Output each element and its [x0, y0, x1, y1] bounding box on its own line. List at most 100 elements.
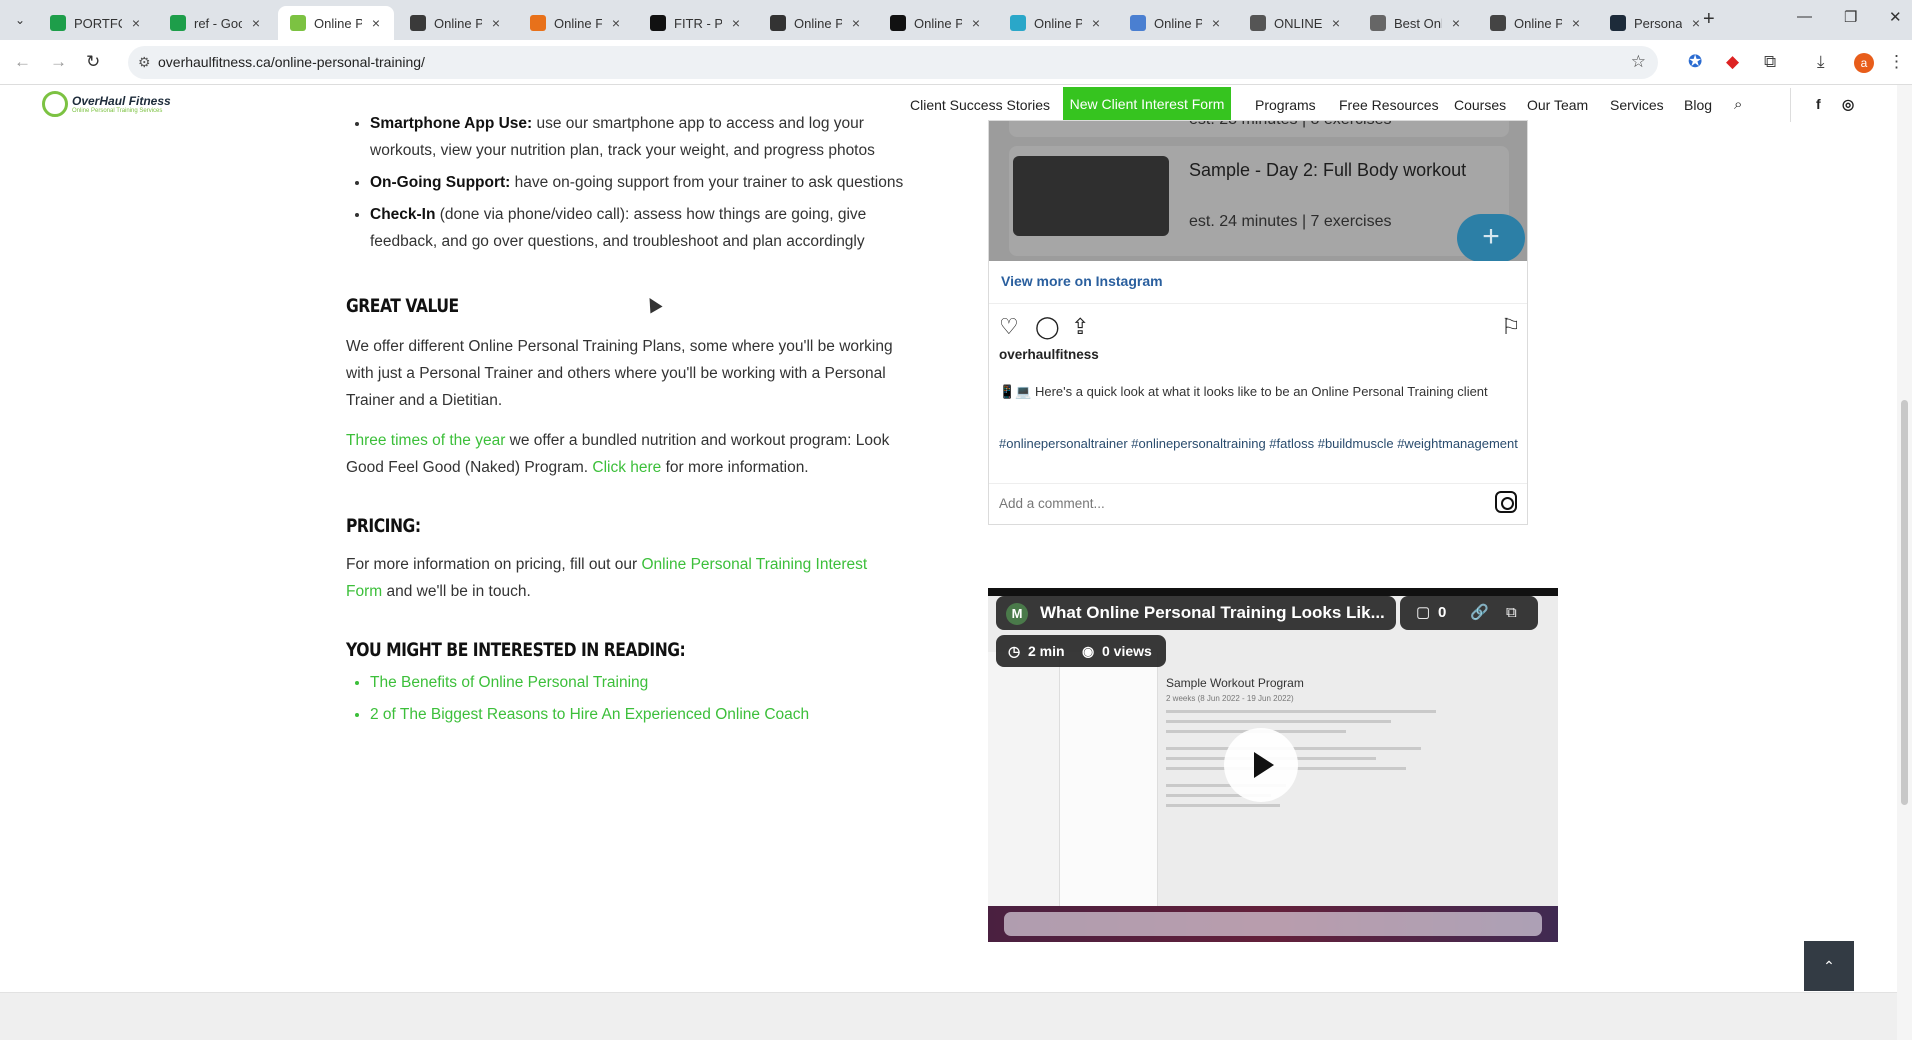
- tab-close-icon[interactable]: ×: [968, 15, 984, 31]
- tab-close-icon[interactable]: ×: [1208, 15, 1224, 31]
- tab-strip: ⌄ PORTFOLIO×ref - Goo×Online Pe×Online P…: [0, 0, 1912, 40]
- instagram-icon[interactable]: ◎: [1842, 96, 1854, 113]
- new-tab-button[interactable]: +: [1703, 8, 1715, 31]
- browser-tab[interactable]: PORTFOLIO ×: [38, 6, 154, 40]
- reading-link[interactable]: The Benefits of Online Personal Training: [370, 667, 906, 699]
- globe-icon: [1010, 15, 1026, 31]
- page-scrollbar[interactable]: [1897, 85, 1912, 1040]
- browser-tab[interactable]: Online Pe ×: [278, 6, 394, 40]
- scrollbar-thumb[interactable]: [1901, 400, 1908, 805]
- globe-icon: [1130, 15, 1146, 31]
- tab-close-icon[interactable]: ×: [608, 15, 624, 31]
- nav-courses[interactable]: Courses: [1454, 97, 1506, 113]
- workout-card: est. 28 minutes | 8 exercises: [1009, 121, 1509, 137]
- tab-close-icon[interactable]: ×: [1328, 15, 1344, 31]
- extension-2-icon[interactable]: ◆: [1726, 52, 1739, 72]
- browser-tab[interactable]: Online Pe ×: [998, 6, 1114, 40]
- comment-icon[interactable]: ◯: [1035, 314, 1060, 340]
- tab-close-icon[interactable]: ×: [1088, 15, 1104, 31]
- footer-band: [0, 992, 1912, 1040]
- add-icon: +: [1457, 214, 1525, 261]
- bookmark-star-icon[interactable]: ☆: [1631, 52, 1646, 72]
- add-comment-input[interactable]: Add a comment...: [999, 496, 1105, 511]
- facebook-icon[interactable]: f: [1816, 96, 1821, 112]
- browser-tab[interactable]: Online Pe ×: [1118, 6, 1234, 40]
- tab-close-icon[interactable]: ×: [128, 15, 144, 31]
- browser-tab[interactable]: Online Pe ×: [878, 6, 994, 40]
- video-program-list: [1060, 652, 1158, 906]
- play-icon[interactable]: [1224, 728, 1298, 802]
- site-info-icon[interactable]: ⚙: [138, 54, 151, 71]
- nav-services[interactable]: Services: [1610, 97, 1664, 113]
- video-meta: ◷ 2 min ◉ 0 views: [996, 635, 1166, 667]
- browser-menu-icon[interactable]: ⋮: [1888, 52, 1905, 72]
- instagram-logo-icon[interactable]: [1495, 491, 1517, 513]
- profile-avatar[interactable]: a: [1854, 53, 1874, 73]
- back-icon[interactable]: ←: [14, 52, 31, 72]
- extension-1-icon[interactable]: ✪: [1688, 52, 1702, 72]
- browser-tab[interactable]: ref - Goo ×: [158, 6, 274, 40]
- save-bookmark-icon[interactable]: ⚐: [1501, 314, 1521, 340]
- extensions-icon[interactable]: ⧉: [1764, 52, 1776, 72]
- browser-tab[interactable]: Online Fit ×: [518, 6, 634, 40]
- nav-new-client-form-button[interactable]: New Client Interest Form: [1063, 87, 1231, 122]
- search-icon[interactable]: ⌕: [1734, 96, 1742, 113]
- minimize-icon[interactable]: —: [1797, 8, 1812, 25]
- copy-link-icon[interactable]: 🔗: [1470, 596, 1489, 630]
- like-heart-icon[interactable]: ♡: [999, 314, 1019, 340]
- browser-tab[interactable]: Personal ×: [1598, 6, 1714, 40]
- tab-close-icon[interactable]: ×: [728, 15, 744, 31]
- video-embed[interactable]: Sample Workout Program 2 weeks (8 Jun 20…: [988, 588, 1558, 942]
- browser-tab[interactable]: Online Pe ×: [1478, 6, 1594, 40]
- nav-free-resources[interactable]: Free Resources: [1339, 97, 1439, 113]
- forward-icon[interactable]: →: [50, 52, 67, 72]
- bundle-paragraph: Three times of the year we offer a bundl…: [346, 427, 906, 481]
- pricing-paragraph: For more information on pricing, fill ou…: [346, 551, 906, 605]
- tab-title: Online Pe: [1034, 15, 1082, 31]
- nav-blog[interactable]: Blog: [1684, 97, 1712, 113]
- workout-card-meta: est. 24 minutes | 7 exercises: [1189, 213, 1392, 230]
- browser-tab[interactable]: Online Pe ×: [398, 6, 514, 40]
- back-to-top-button[interactable]: ⌃: [1804, 941, 1854, 991]
- browser-tab[interactable]: Best Onli ×: [1358, 6, 1474, 40]
- browser-tab[interactable]: Online Pe ×: [758, 6, 874, 40]
- nav-programs[interactable]: Programs: [1255, 97, 1316, 113]
- instagram-post-image[interactable]: est. 28 minutes | 8 exercises Sample - D…: [989, 121, 1527, 261]
- tab-close-icon[interactable]: ×: [248, 15, 264, 31]
- video-title[interactable]: What Online Personal Training Looks Lik.…: [996, 596, 1396, 630]
- sheets-icon: [170, 15, 186, 31]
- tab-close-icon[interactable]: ×: [848, 15, 864, 31]
- nav-our-team[interactable]: Our Team: [1527, 97, 1588, 113]
- tab-close-icon[interactable]: ×: [368, 15, 384, 31]
- instagram-username[interactable]: overhaulfitness: [999, 347, 1099, 362]
- bundle-link[interactable]: Three times of the year: [346, 432, 505, 449]
- download-icon[interactable]: ⤓: [1817, 52, 1825, 72]
- reading-link[interactable]: 2 of The Biggest Reasons to Hire An Expe…: [370, 699, 906, 731]
- view-more-instagram-link[interactable]: View more on Instagram: [1001, 273, 1163, 289]
- tab-close-icon[interactable]: ×: [1448, 15, 1464, 31]
- tab-close-icon[interactable]: ×: [1568, 15, 1584, 31]
- url-text[interactable]: overhaulfitness.ca/online-personal-train…: [158, 54, 425, 70]
- open-external-icon[interactable]: ⧉: [1506, 596, 1517, 630]
- browser-tab[interactable]: ONLINE ×: [1238, 6, 1354, 40]
- close-window-icon[interactable]: ✕: [1889, 8, 1902, 26]
- instagram-hashtags[interactable]: #onlinepersonaltrainer #onlinepersonaltr…: [999, 435, 1519, 453]
- workout-card-meta: est. 28 minutes | 8 exercises: [1189, 121, 1391, 129]
- tab-search-chevron-icon[interactable]: ⌄: [8, 8, 32, 32]
- click-here-link[interactable]: Click here: [592, 459, 661, 476]
- site-logo[interactable]: OverHaul Fitness Online Personal Trainin…: [42, 91, 171, 117]
- tab-title: Online Fit: [554, 15, 602, 31]
- share-icon[interactable]: ⇪: [1071, 314, 1089, 340]
- browser-tab[interactable]: FITR - Pe ×: [638, 6, 754, 40]
- tab-title: PORTFOLIO: [74, 15, 122, 31]
- address-bar[interactable]: ⚙ overhaulfitness.ca/online-personal-tra…: [128, 46, 1658, 79]
- k-icon: [890, 15, 906, 31]
- video-doc-subheading: 2 weeks (8 Jun 2022 - 19 Jun 2022): [1166, 694, 1294, 703]
- reload-icon[interactable]: ↻: [86, 52, 100, 72]
- tab-close-icon[interactable]: ×: [488, 15, 504, 31]
- sheets-icon: [50, 15, 66, 31]
- restore-icon[interactable]: ❐: [1844, 8, 1857, 26]
- tab-close-icon[interactable]: ×: [1688, 15, 1704, 31]
- comment-icon[interactable]: ▢: [1416, 596, 1430, 630]
- nav-client-success[interactable]: Client Success Stories: [910, 97, 1050, 113]
